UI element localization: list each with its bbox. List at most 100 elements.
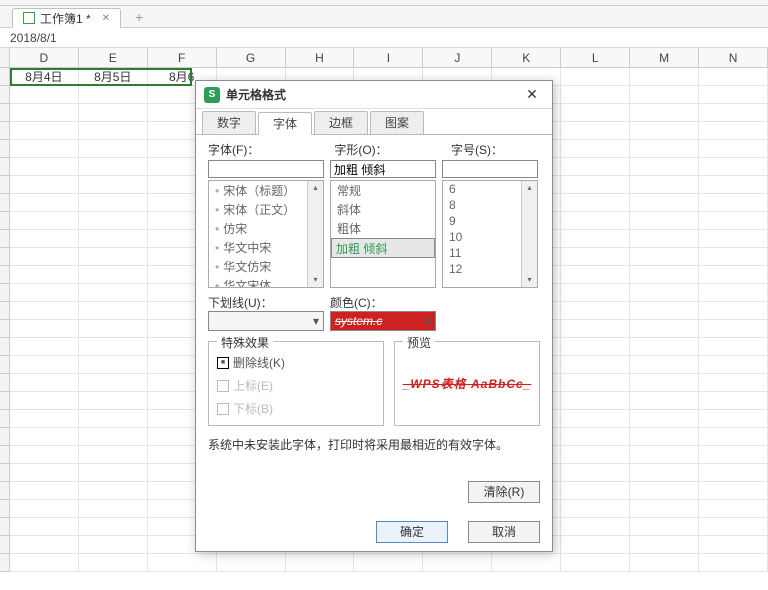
cell[interactable]: [10, 338, 79, 356]
cell[interactable]: [561, 140, 630, 158]
list-item[interactable]: 宋体（正文）: [209, 200, 323, 219]
cell[interactable]: [10, 158, 79, 176]
cell[interactable]: [10, 554, 79, 572]
cell[interactable]: [699, 356, 768, 374]
cell[interactable]: [699, 374, 768, 392]
cell[interactable]: [79, 554, 148, 572]
cell[interactable]: [630, 266, 699, 284]
cell[interactable]: [10, 536, 79, 554]
cell[interactable]: [561, 410, 630, 428]
cell[interactable]: [630, 554, 699, 572]
cell[interactable]: [630, 284, 699, 302]
col-header[interactable]: I: [354, 48, 423, 67]
cell[interactable]: [630, 158, 699, 176]
cell[interactable]: [630, 176, 699, 194]
cell[interactable]: [79, 536, 148, 554]
cell[interactable]: [79, 338, 148, 356]
col-header[interactable]: K: [492, 48, 561, 67]
cell[interactable]: 8月4日: [10, 68, 79, 86]
cell[interactable]: [561, 266, 630, 284]
tab-pattern[interactable]: 图案: [370, 111, 424, 134]
scrollbar[interactable]: [307, 181, 323, 287]
cell[interactable]: [699, 230, 768, 248]
cell[interactable]: [79, 500, 148, 518]
strike-checkbox[interactable]: 删除线(K): [217, 354, 375, 371]
cell[interactable]: [699, 482, 768, 500]
list-item[interactable]: 加粗 倾斜: [331, 238, 435, 258]
cell[interactable]: [561, 500, 630, 518]
list-item[interactable]: 斜体: [331, 200, 435, 219]
cell[interactable]: [630, 320, 699, 338]
cell[interactable]: [699, 248, 768, 266]
cell[interactable]: [699, 284, 768, 302]
cell[interactable]: [10, 374, 79, 392]
scrollbar[interactable]: [521, 181, 537, 287]
col-header[interactable]: H: [286, 48, 355, 67]
cell[interactable]: [630, 392, 699, 410]
cell[interactable]: [630, 410, 699, 428]
cell[interactable]: [699, 554, 768, 572]
cell[interactable]: [10, 500, 79, 518]
cell[interactable]: [561, 320, 630, 338]
list-item[interactable]: 华文宋体: [209, 276, 323, 288]
cell[interactable]: [148, 554, 217, 572]
cell[interactable]: [561, 122, 630, 140]
cell[interactable]: [79, 464, 148, 482]
subscript-checkbox[interactable]: 下标(B): [217, 400, 375, 417]
cell[interactable]: [630, 338, 699, 356]
cell[interactable]: [10, 140, 79, 158]
cell[interactable]: [79, 374, 148, 392]
cell[interactable]: [699, 536, 768, 554]
cell[interactable]: [10, 212, 79, 230]
superscript-checkbox[interactable]: 上标(E): [217, 377, 375, 394]
cell[interactable]: [10, 320, 79, 338]
list-item[interactable]: 华文仿宋: [209, 257, 323, 276]
cell[interactable]: [699, 338, 768, 356]
font-list[interactable]: 宋体（标题） 宋体（正文） 仿宋 华文中宋 华文仿宋 华文宋体: [208, 180, 324, 288]
cell[interactable]: [630, 428, 699, 446]
cell[interactable]: [10, 194, 79, 212]
cell[interactable]: [79, 122, 148, 140]
cell[interactable]: [286, 554, 355, 572]
close-icon[interactable]: ✕: [520, 86, 544, 103]
cell[interactable]: [10, 122, 79, 140]
cell[interactable]: [79, 140, 148, 158]
cell[interactable]: [10, 266, 79, 284]
cell[interactable]: [630, 230, 699, 248]
cell[interactable]: [79, 104, 148, 122]
cell[interactable]: [10, 230, 79, 248]
cell[interactable]: [630, 518, 699, 536]
cell[interactable]: [630, 104, 699, 122]
cell[interactable]: [561, 230, 630, 248]
cell[interactable]: [699, 158, 768, 176]
col-header[interactable]: N: [699, 48, 768, 67]
cell[interactable]: [79, 356, 148, 374]
col-header[interactable]: F: [148, 48, 217, 67]
cell[interactable]: [561, 86, 630, 104]
col-header[interactable]: E: [79, 48, 148, 67]
cell[interactable]: [630, 356, 699, 374]
cell[interactable]: [561, 338, 630, 356]
cell[interactable]: [699, 500, 768, 518]
cell[interactable]: [217, 554, 286, 572]
col-header[interactable]: J: [423, 48, 492, 67]
cell[interactable]: [699, 464, 768, 482]
size-input[interactable]: [442, 160, 538, 178]
cell[interactable]: [79, 284, 148, 302]
cell[interactable]: [630, 500, 699, 518]
color-select[interactable]: system.c: [330, 311, 436, 331]
cell[interactable]: [10, 518, 79, 536]
cell[interactable]: [630, 482, 699, 500]
tab-font[interactable]: 字体: [258, 112, 312, 135]
dialog-titlebar[interactable]: S 单元格格式 ✕: [196, 81, 552, 109]
cell[interactable]: [630, 464, 699, 482]
cell[interactable]: [561, 158, 630, 176]
cell[interactable]: [561, 176, 630, 194]
cell[interactable]: [561, 482, 630, 500]
cell[interactable]: [10, 356, 79, 374]
cell[interactable]: [561, 104, 630, 122]
col-header[interactable]: M: [630, 48, 699, 67]
cell[interactable]: [10, 248, 79, 266]
col-header[interactable]: G: [217, 48, 286, 67]
cell[interactable]: [354, 554, 423, 572]
